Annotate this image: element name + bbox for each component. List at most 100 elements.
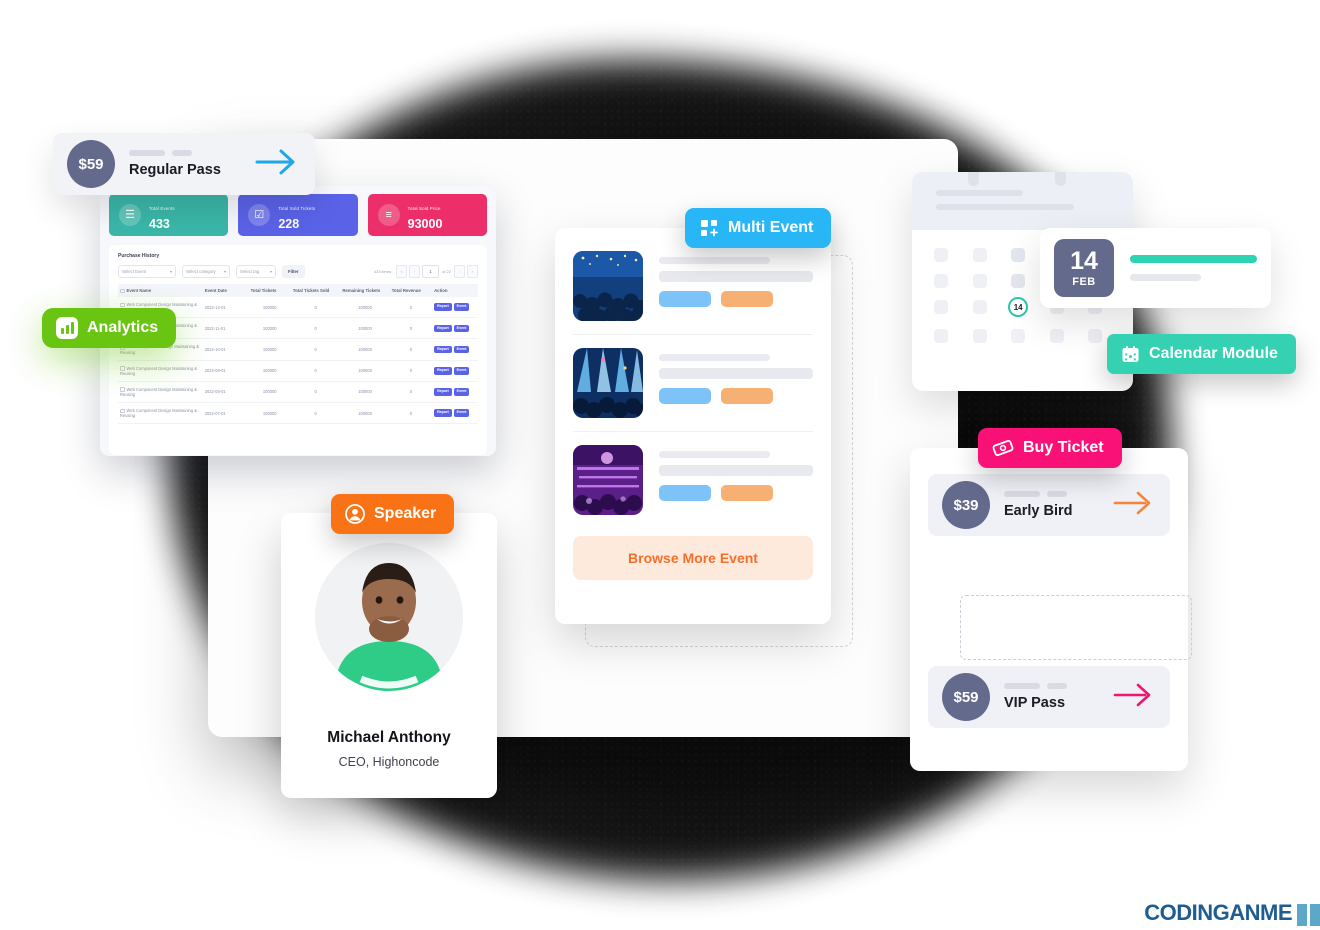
- table-row[interactable]: Web Component Design Maintaining & Reusi…: [118, 402, 478, 425]
- ticket-early-bird[interactable]: $39 Early Bird: [928, 474, 1170, 536]
- event-title-placeholder: [659, 451, 770, 458]
- ticket-vip-pass[interactable]: $59 VIP Pass: [928, 666, 1170, 728]
- calendar-day-cell[interactable]: [1011, 248, 1026, 262]
- list-item[interactable]: [573, 244, 813, 328]
- column-total-tickets: Total Tickets: [248, 284, 291, 298]
- calendar-day-cell[interactable]: [1011, 274, 1026, 288]
- pagination-first-button[interactable]: «: [396, 265, 408, 278]
- buy-ticket-badge[interactable]: Buy Ticket: [978, 428, 1122, 468]
- cell-remaining-tickets: 100000: [340, 360, 390, 382]
- speaker-badge-label: Speaker: [374, 505, 437, 522]
- cell-tickets-sold: 0: [290, 297, 341, 319]
- cell-event-date: 2022-08-01: [202, 381, 249, 403]
- report-button[interactable]: Report: [434, 409, 452, 417]
- table-row[interactable]: Web Component Design Maintaining & Reusi…: [118, 381, 478, 403]
- pagination-prev-button[interactable]: ‹: [409, 265, 421, 278]
- browser-titlebar: [208, 139, 958, 173]
- cell-total-tickets: 100000: [248, 317, 291, 340]
- report-button[interactable]: Report: [434, 345, 452, 354]
- calendar-module-badge[interactable]: Calendar Module: [1107, 334, 1296, 374]
- event-button[interactable]: Event: [453, 366, 470, 375]
- calendar-title-placeholder: [936, 190, 1023, 196]
- stat-card-total-sold-price[interactable]: ≡ Total Sold Price 93000: [367, 194, 487, 236]
- arrow-right-icon[interactable]: [1112, 488, 1156, 523]
- stat-card-total-sold-tickets[interactable]: ☑ Total Sold Tickets 228: [238, 194, 358, 236]
- calendar-day-cell[interactable]: [1088, 329, 1103, 343]
- chevron-down-icon: ▾: [223, 269, 226, 274]
- speaker-badge[interactable]: Speaker: [331, 494, 455, 534]
- pagination-next-button[interactable]: ›: [454, 265, 465, 278]
- calendar-day-cell[interactable]: [934, 300, 948, 314]
- event-tag-primary[interactable]: [659, 291, 711, 307]
- calendar-day-cell[interactable]: [972, 274, 987, 288]
- event-button[interactable]: Event: [453, 409, 470, 417]
- chevron-down-icon: ▾: [269, 269, 272, 274]
- calendar-ring-right: [1055, 172, 1066, 186]
- table-row[interactable]: Web Component Design Maintaining & Reusi…: [118, 360, 478, 382]
- calendar-day-cell[interactable]: [1049, 329, 1064, 343]
- calendar-day-cell[interactable]: [934, 248, 948, 262]
- stat-label: Total Events: [149, 206, 175, 211]
- event-tag-secondary[interactable]: [721, 485, 773, 501]
- calendar-day-cell[interactable]: [934, 329, 948, 343]
- filter-button[interactable]: Filter: [282, 265, 305, 278]
- watermark-text: CODINGANME: [1144, 900, 1292, 925]
- ticket-info: Early Bird: [1004, 491, 1098, 519]
- cell-remaining-tickets: 100000: [340, 338, 390, 361]
- cell-total-revenue: 0: [389, 338, 433, 361]
- event-tag-secondary[interactable]: [721, 388, 773, 404]
- calendar-day-cell[interactable]: [934, 274, 948, 288]
- event-tag-primary[interactable]: [659, 388, 711, 404]
- list-item[interactable]: [573, 341, 813, 425]
- report-button[interactable]: Report: [434, 388, 452, 396]
- select-event-value: Select Event: [122, 269, 147, 274]
- calendar-day-cell[interactable]: [972, 329, 987, 343]
- event-button[interactable]: Event: [453, 345, 470, 354]
- stat-label: Total Sold Tickets: [278, 206, 316, 211]
- arrow-right-icon[interactable]: [1112, 680, 1156, 715]
- multi-event-panel: Browse More Event: [555, 228, 831, 624]
- event-button[interactable]: Event: [453, 303, 470, 311]
- analytics-badge[interactable]: Analytics: [42, 308, 177, 348]
- cell-remaining-tickets: 100000: [340, 402, 390, 425]
- ticket-price-bubble: $59: [67, 140, 115, 188]
- select-tag-dropdown[interactable]: Select tag ▾: [236, 265, 276, 278]
- report-button[interactable]: Report: [434, 366, 452, 375]
- stat-value: 433: [149, 217, 170, 231]
- avatar: [315, 543, 463, 691]
- watermark-bars: [1297, 904, 1320, 926]
- date-card-placeholders: [1130, 255, 1257, 281]
- stat-card-total-events[interactable]: ☰ Total Events 433: [109, 194, 229, 236]
- report-button[interactable]: Report: [434, 303, 452, 311]
- cell-remaining-tickets: 100000: [340, 381, 390, 403]
- multi-event-badge[interactable]: Multi Event: [685, 208, 832, 248]
- event-button[interactable]: Event: [453, 388, 470, 396]
- ticket-regular-pass[interactable]: $59 Regular Pass: [53, 133, 315, 195]
- calendar-ring-left: [968, 172, 979, 186]
- cell-total-revenue: 0: [389, 402, 433, 425]
- screenshot-stage: ☰ Total Events 433 ☑ Total Sold Tickets …: [0, 0, 1320, 930]
- select-all-checkbox[interactable]: [120, 288, 125, 294]
- report-button[interactable]: Report: [434, 324, 452, 333]
- column-label: Event Name: [126, 288, 152, 293]
- select-category-value: Select category: [186, 269, 216, 274]
- ticket-meta-placeholder: [1004, 491, 1098, 497]
- pagination-last-button[interactable]: »: [467, 265, 478, 278]
- select-event-dropdown[interactable]: Select Event ▾: [118, 265, 176, 278]
- pagination-items-count: 433 items: [373, 269, 392, 274]
- browse-more-event-button[interactable]: Browse More Event: [573, 536, 813, 580]
- select-category-dropdown[interactable]: Select category ▾: [182, 265, 230, 278]
- calendar-day-cell[interactable]: [972, 248, 987, 262]
- event-tag-secondary[interactable]: [721, 291, 773, 307]
- cell-tickets-sold: 0: [290, 402, 341, 425]
- event-name-text: Web Component Design Maintaining & Reusi…: [120, 365, 197, 376]
- calendar-day-cell[interactable]: [1011, 329, 1026, 343]
- pagination-current-input[interactable]: 1: [422, 265, 440, 278]
- event-button[interactable]: Event: [453, 324, 470, 333]
- calendar-day-cell[interactable]: [972, 300, 987, 314]
- list-item[interactable]: [573, 438, 813, 522]
- arrow-right-icon[interactable]: [253, 146, 301, 183]
- calendar-today-cell[interactable]: 14: [1008, 297, 1029, 317]
- purchase-history-table: Event Name Event Date Total Tickets Tota…: [118, 284, 478, 425]
- event-tag-primary[interactable]: [659, 485, 711, 501]
